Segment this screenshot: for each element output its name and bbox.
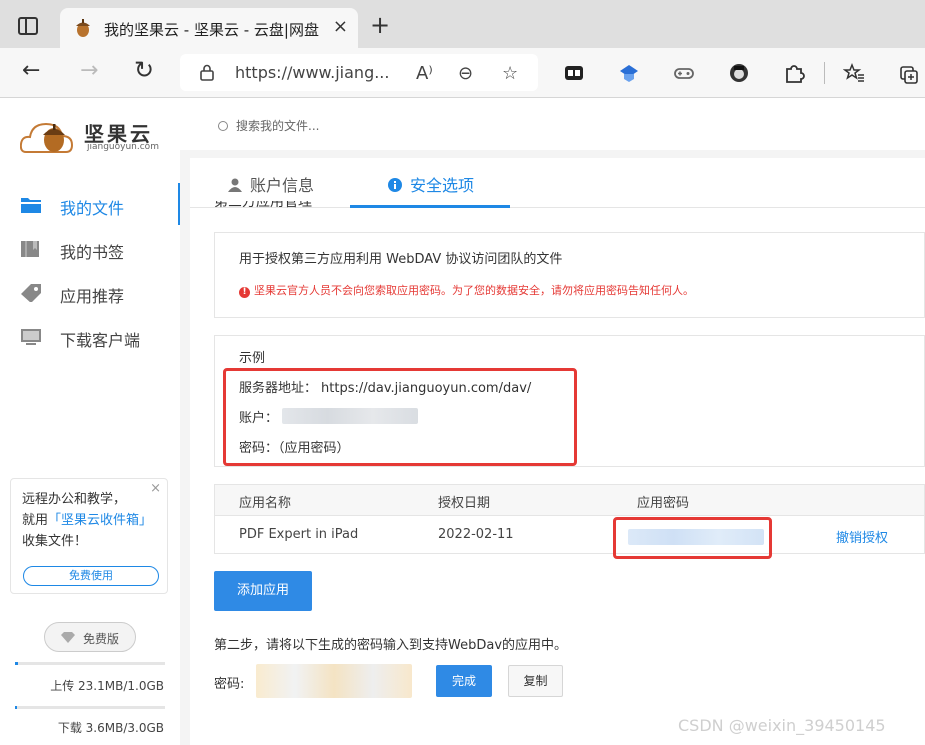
promo-line: 就用「坚果云收件箱」 (22, 510, 162, 531)
lock-icon (200, 64, 214, 81)
table-row: PDF Expert in iPad 2022-02-11 撤销授权 (214, 516, 925, 554)
browser-tab[interactable]: 我的坚果云 - 坚果云 - 云盘|网盘 × (60, 8, 358, 48)
tab-label: 安全选项 (410, 176, 475, 195)
promo-prefix: 就用 (22, 513, 49, 528)
extensions-puzzle-icon[interactable] (783, 62, 805, 84)
logo-url: jianguoyun.com (87, 142, 159, 152)
webdav-info-box (214, 232, 925, 318)
sidebar-item-label: 我的书签 (60, 243, 125, 262)
done-button[interactable]: 完成 (436, 665, 492, 697)
step2-instruction: 第二步，请将以下生成的密码输入到支持WebDav的应用中。 (214, 638, 568, 653)
highlight-app-password (613, 517, 772, 559)
promo-inbox-link[interactable]: 「坚果云收件箱」 (48, 513, 152, 528)
upload-quota-fill (15, 662, 19, 665)
upload-quota-text: 上传 23.1MB/1.0GB (50, 679, 164, 693)
info-icon (388, 178, 402, 192)
extension-tabs-icon[interactable] (563, 62, 585, 84)
read-aloud-icon[interactable]: A⁾ (416, 63, 433, 84)
column-header: 应用名称 (239, 496, 292, 511)
redacted-generated-password (256, 664, 412, 698)
copy-button[interactable]: 复制 (508, 665, 563, 697)
browser-nav-bar: ← → ↻ https://www.jiang... A⁾ ⊖ ☆ (0, 48, 925, 98)
tab-security-options[interactable]: 安全选项 (388, 172, 474, 196)
back-icon[interactable]: ← (22, 60, 40, 82)
sidebar-item-label: 应用推荐 (60, 287, 125, 306)
address-bar[interactable]: https://www.jiang... A⁾ ⊖ ☆ (180, 54, 538, 91)
tab-close-icon[interactable]: × (333, 16, 348, 37)
plan-label: 免费版 (83, 632, 120, 646)
example-title: 示例 (239, 351, 266, 366)
highlight-example-box (223, 368, 577, 466)
sidebar-item-bookmarks[interactable]: 我的书签 (0, 228, 178, 272)
forward-icon[interactable]: → (80, 60, 98, 82)
jianguoyun-logo-icon[interactable] (20, 114, 76, 158)
toolbar-divider (824, 62, 825, 84)
app-sidebar: 坚果云 jianguoyun.com 我的文件 我的书签 应用推荐 下载客户端 … (0, 98, 180, 745)
extension-graduation-icon[interactable] (618, 62, 640, 84)
heading-text: 第三方应用管理 (214, 201, 312, 210)
browser-tab-bar: 我的坚果云 - 坚果云 - 云盘|网盘 × + (0, 0, 925, 48)
acorn-favicon-icon (76, 19, 90, 37)
search-placeholder: 搜索我的文件... (236, 119, 320, 133)
sidebar-item-apps[interactable]: 应用推荐 (0, 272, 178, 316)
auth-date-cell: 2022-02-11 (438, 527, 514, 542)
search-icon (218, 121, 228, 131)
download-quota-fill (15, 706, 17, 709)
sidebar-item-label: 我的文件 (60, 199, 125, 218)
column-header: 应用密码 (637, 496, 690, 511)
active-tab-underline (350, 205, 510, 208)
reload-icon[interactable]: ↻ (134, 58, 154, 82)
security-warning: ! 坚果云官方人员不会向您索取应用密码。为了您的数据安全，请勿将应用密码告知任何人… (239, 282, 694, 298)
app-name-cell: PDF Expert in iPad (239, 527, 359, 542)
folder-icon (21, 198, 41, 213)
sidebar-item-download-client[interactable]: 下载客户端 (0, 316, 178, 360)
column-header: 授权日期 (438, 496, 491, 511)
user-icon (228, 178, 242, 192)
url-text: https://www.jiang... (235, 63, 390, 82)
tag-icon (21, 284, 41, 302)
csdn-watermark: CSDN @weixin_39450145 (678, 716, 886, 735)
bookmark-icon (21, 241, 39, 257)
sidebar-toggle-icon[interactable] (18, 17, 38, 35)
revoke-auth-link[interactable]: 撤销授权 (836, 527, 888, 546)
apps-table-header: 应用名称 授权日期 应用密码 (214, 484, 925, 516)
zoom-icon[interactable]: ⊖ (458, 63, 473, 84)
promo-text: 远程办公和教学， 就用「坚果云收件箱」 收集文件！ (22, 489, 162, 552)
promo-close-icon[interactable]: × (150, 481, 161, 496)
file-search-input[interactable]: 搜索我的文件... (218, 117, 319, 134)
free-use-button[interactable]: 免费使用 (23, 566, 159, 586)
new-tab-icon[interactable]: + (370, 13, 390, 37)
collections-icon[interactable] (898, 62, 920, 84)
promo-line: 远程办公和教学， (22, 492, 127, 507)
inbox-promo-card: 远程办公和教学， 就用「坚果云收件箱」 收集文件！ × 免费使用 (10, 478, 168, 594)
tab-title: 我的坚果云 - 坚果云 - 云盘|网盘 (104, 21, 319, 39)
plan-badge-button[interactable]: 免费版 (44, 622, 136, 652)
sidebar-item-my-files[interactable]: 我的文件 (0, 184, 178, 228)
webdav-description: 用于授权第三方应用利用 WebDAV 协议访问团队的文件 (239, 252, 563, 267)
generated-password-label: 密码: (214, 677, 245, 692)
sidebar-item-label: 下载客户端 (60, 331, 141, 350)
tab-label: 账户信息 (250, 176, 315, 195)
third-party-apps-heading: 第三方应用管理 (214, 201, 312, 210)
download-quota-bar (15, 706, 165, 709)
extension-gamepad-icon[interactable] (673, 62, 695, 84)
extension-avatar-icon[interactable] (728, 62, 750, 84)
diamond-icon (61, 632, 75, 643)
download-quota-text: 下载 3.6MB/3.0GB (57, 721, 164, 735)
favorites-icon[interactable] (843, 62, 865, 84)
monitor-icon (21, 329, 41, 345)
warning-icon: ! (239, 287, 250, 298)
warning-text: 坚果云官方人员不会向您索取应用密码。为了您的数据安全，请勿将应用密码告知任何人。 (254, 284, 694, 297)
upload-quota-bar (15, 662, 165, 665)
promo-line: 收集文件！ (22, 534, 88, 549)
tab-account-info[interactable]: 账户信息 (228, 172, 314, 196)
add-app-button[interactable]: 添加应用 (214, 571, 312, 611)
add-favorite-icon[interactable]: ☆ (502, 63, 518, 84)
